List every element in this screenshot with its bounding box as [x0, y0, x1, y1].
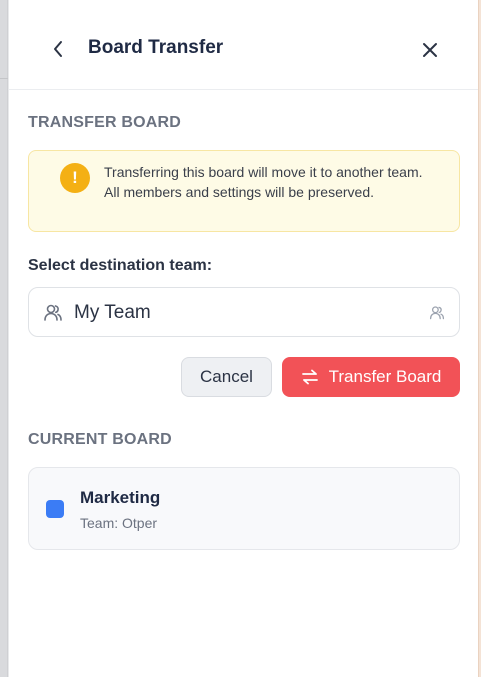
close-button[interactable] — [418, 38, 442, 62]
panel-title: Board Transfer — [88, 37, 224, 58]
back-button[interactable] — [47, 36, 69, 62]
selected-team-value: My Team — [74, 302, 151, 323]
destination-team-select[interactable]: My Team — [28, 287, 460, 337]
transfer-board-button[interactable]: Transfer Board — [282, 357, 460, 397]
users-icon — [44, 304, 62, 321]
current-board-section-title: CURRENT BOARD — [28, 431, 172, 448]
panel-header: Board Transfer — [9, 0, 478, 90]
close-icon — [423, 43, 437, 57]
warning-text: Transferring this board will move it to … — [104, 164, 423, 200]
chevron-left-icon — [54, 41, 62, 57]
background-page-edge — [0, 0, 8, 677]
transfer-board-label: Transfer Board — [328, 367, 442, 386]
board-transfer-panel: Board Transfer TRANSFER BOARD ! Transfer… — [9, 0, 478, 677]
screen: Board Transfer TRANSFER BOARD ! Transfer… — [0, 0, 481, 677]
warning-alert: ! Transferring this board will move it t… — [28, 150, 460, 232]
exclamation-icon: ! — [60, 163, 90, 193]
cancel-button[interactable]: Cancel — [181, 357, 272, 397]
current-board-card: Marketing Team: Otper — [28, 467, 460, 550]
board-color-swatch — [46, 500, 64, 518]
board-team: Team: Otper — [80, 515, 158, 531]
swap-arrows-icon — [301, 369, 318, 385]
transfer-section-title: TRANSFER BOARD — [28, 114, 182, 131]
users-icon — [429, 306, 445, 320]
board-name: Marketing — [80, 488, 161, 507]
destination-team-label: Select destination team: — [28, 257, 213, 274]
